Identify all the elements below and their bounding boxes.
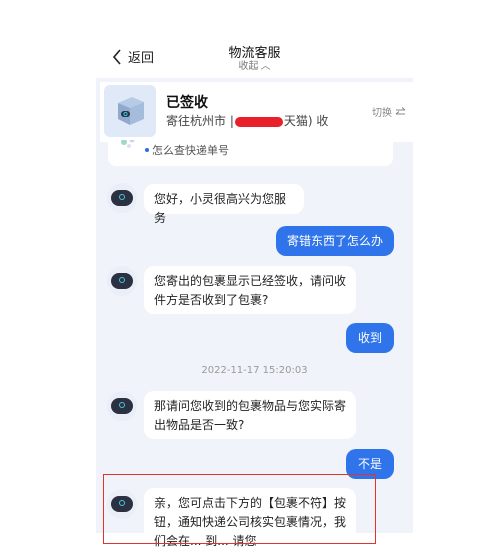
collapse-toggle[interactable]: 收起 ︿ [96, 57, 413, 72]
switch-button[interactable]: 切换 [372, 104, 406, 119]
message-line: 出物品是否一致? [154, 418, 245, 432]
bot-message: 您寄出的包裹显示已经签收，请问收 件方是否收到了包裹? [144, 266, 356, 314]
bot-avatar [107, 391, 137, 421]
swap-arrows-icon [395, 106, 406, 115]
bot-avatar [107, 266, 137, 296]
route-prefix: 寄往杭州市 | [166, 114, 234, 128]
bot-avatar [107, 183, 137, 213]
user-message: 寄错东西了怎么办 [276, 226, 394, 256]
bot-message: 您好，小灵很高兴为您服务 [144, 184, 304, 225]
collapse-label: 收起 [238, 61, 259, 72]
timestamp: 2022-11-17 15:20:03 [201, 365, 308, 376]
package-box-icon [104, 85, 156, 137]
message-line: 那请问您收到的包裹物品与您实际寄 [154, 399, 347, 413]
quick-question-card[interactable]: 怎么查快递单号 [108, 140, 393, 166]
highlight-box [103, 474, 376, 544]
bullet-dot [145, 148, 149, 152]
switch-label: 切换 [372, 108, 392, 119]
question-icon [121, 140, 135, 148]
chevron-up-icon: ︿ [260, 61, 271, 72]
package-status: 已签收 [166, 95, 208, 111]
message-line: 您寄出的包裹显示已经签收，请问收 [154, 274, 347, 288]
user-message: 收到 [346, 323, 394, 353]
redacted-mark [234, 116, 283, 127]
bot-message: 那请问您收到的包裹物品与您实际寄 出物品是否一致? [144, 391, 356, 439]
package-route: 寄往杭州市 | 天猫) 收 [166, 112, 328, 129]
route-suffix: 天猫) 收 [283, 114, 329, 128]
quick-question-text: 怎么查快递单号 [152, 144, 229, 157]
message-line: 件方是否收到了包裹? [154, 293, 269, 307]
